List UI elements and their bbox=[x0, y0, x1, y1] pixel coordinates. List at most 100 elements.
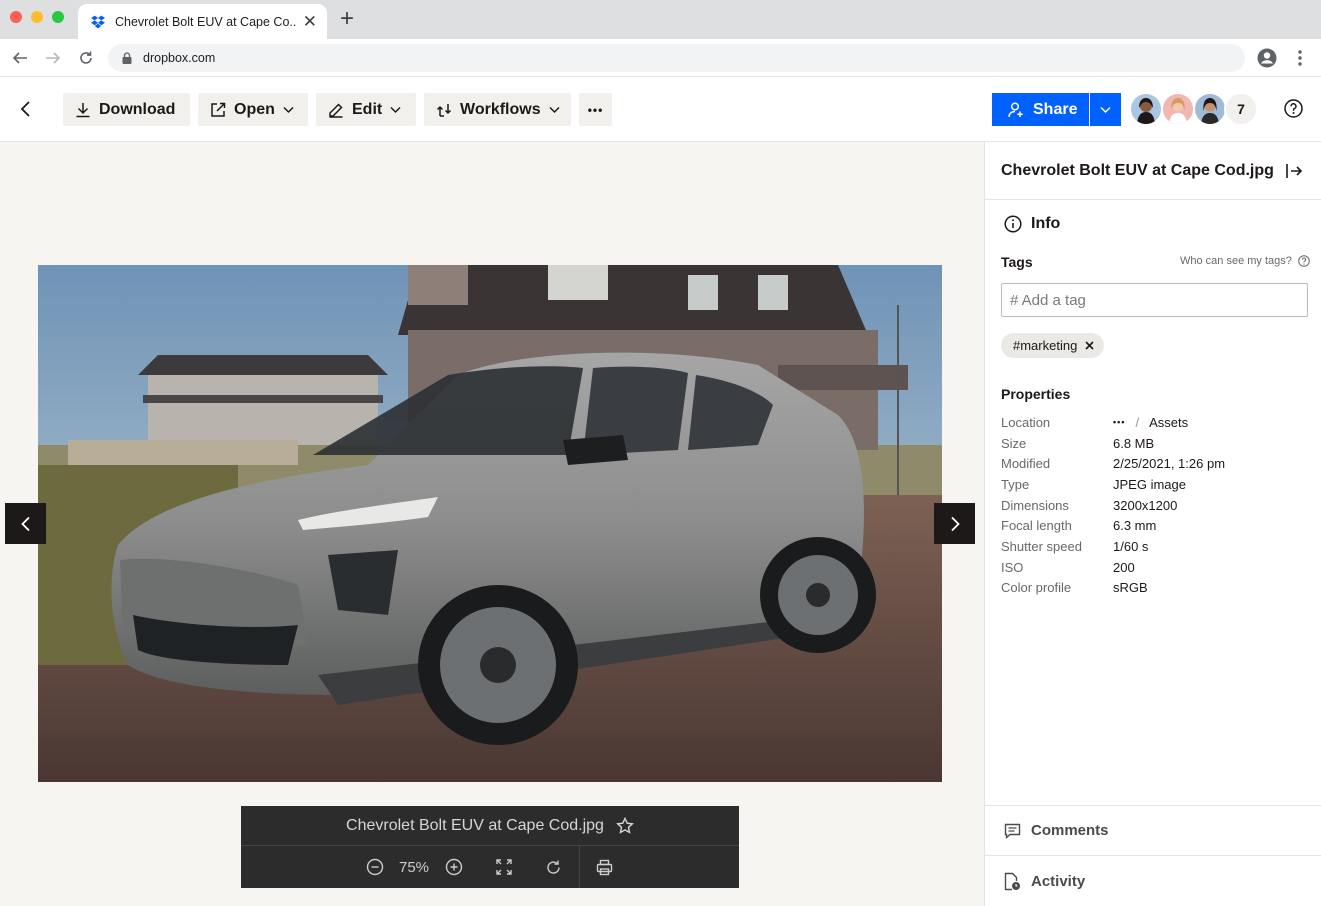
minimize-window-button[interactable] bbox=[31, 11, 43, 23]
back-arrow-icon[interactable] bbox=[9, 47, 31, 69]
help-icon bbox=[1298, 255, 1310, 267]
chevron-down-icon bbox=[1100, 106, 1111, 113]
add-tag-input[interactable]: # Add a tag bbox=[1001, 283, 1308, 317]
share-person-icon bbox=[1008, 101, 1023, 117]
chevron-right-icon bbox=[950, 516, 960, 531]
add-tag-placeholder: # Add a tag bbox=[1010, 291, 1086, 309]
avatar[interactable] bbox=[1129, 92, 1163, 126]
who-can-see-tags-link[interactable]: Who can see my tags? bbox=[1180, 255, 1310, 267]
new-tab-button[interactable]: + bbox=[340, 7, 354, 31]
property-label: Location bbox=[1001, 414, 1051, 430]
info-heading-label: Info bbox=[1031, 215, 1061, 232]
open-button[interactable]: Open bbox=[198, 93, 308, 126]
share-options-button[interactable] bbox=[1090, 93, 1121, 126]
share-label: Share bbox=[1033, 100, 1078, 118]
tag-chip[interactable]: #marketing bbox=[1001, 333, 1105, 358]
workflows-label: Workflows bbox=[460, 100, 541, 118]
activity-section-button[interactable]: Activity bbox=[985, 855, 1321, 906]
property-label: ISO bbox=[1001, 559, 1024, 575]
pencil-icon bbox=[329, 102, 343, 118]
viewer-caption-bar: Chevrolet Bolt EUV at Cape Cod.jpg 75% bbox=[241, 806, 739, 888]
lock-icon bbox=[122, 52, 132, 64]
property-value: sRGB bbox=[1113, 580, 1148, 596]
url-text: dropbox.com bbox=[143, 51, 216, 65]
remove-tag-icon[interactable] bbox=[1085, 341, 1094, 350]
previous-image-button[interactable] bbox=[5, 503, 46, 544]
back-chevron-icon[interactable] bbox=[16, 99, 36, 119]
fullscreen-icon[interactable] bbox=[494, 857, 514, 877]
rotate-icon[interactable] bbox=[543, 857, 563, 877]
property-row: Size 6.8 MB bbox=[1001, 433, 1311, 454]
more-label: ••• bbox=[587, 102, 604, 117]
caption-controls-row: 75% bbox=[241, 846, 739, 888]
zoom-out-icon[interactable] bbox=[365, 857, 385, 877]
chevron-left-icon bbox=[20, 516, 30, 531]
property-row: Shutter speed 1/60 s bbox=[1001, 536, 1311, 557]
maximize-window-button[interactable] bbox=[52, 11, 64, 23]
info-heading: Info bbox=[1004, 215, 1060, 233]
property-label: Focal length bbox=[1001, 518, 1072, 534]
close-tab-icon[interactable]: ✕ bbox=[303, 13, 317, 30]
property-value: 2/25/2021, 1:26 pm bbox=[1113, 456, 1226, 472]
help-icon[interactable] bbox=[1284, 99, 1303, 118]
property-row: ISO 200 bbox=[1001, 557, 1311, 578]
property-label: Modified bbox=[1001, 456, 1051, 472]
browser-menu-icon[interactable] bbox=[1296, 49, 1304, 67]
property-value: 6.8 MB bbox=[1113, 435, 1155, 451]
property-label: Shutter speed bbox=[1001, 538, 1082, 554]
location-ellipsis-button[interactable]: ••• bbox=[1113, 417, 1125, 427]
property-row: Location ••• / Assets bbox=[1001, 412, 1311, 433]
print-icon[interactable] bbox=[594, 857, 614, 877]
account-icon[interactable] bbox=[1257, 48, 1277, 68]
avatar[interactable] bbox=[1193, 92, 1227, 126]
chevron-down-icon bbox=[549, 106, 560, 113]
member-count-badge[interactable]: 7 bbox=[1224, 92, 1258, 126]
property-value: ••• / Assets bbox=[1113, 415, 1188, 430]
share-button[interactable]: Share bbox=[992, 93, 1089, 126]
tags-heading: Tags bbox=[1001, 254, 1033, 270]
property-value: 1/60 s bbox=[1113, 538, 1149, 554]
property-value: 6.3 mm bbox=[1113, 518, 1157, 534]
property-label: Type bbox=[1001, 476, 1030, 492]
open-external-icon bbox=[211, 102, 226, 117]
property-row: Focal length 6.3 mm bbox=[1001, 515, 1311, 536]
next-image-button[interactable] bbox=[934, 503, 975, 544]
property-label: Size bbox=[1001, 435, 1027, 451]
divider bbox=[579, 846, 580, 888]
file-toolbar: Download Open Edit Workflows ••• Share 7 bbox=[0, 77, 1321, 142]
properties-list: Location ••• / Assets Size 6.8 MB Modifi… bbox=[1001, 412, 1311, 598]
image-viewer: Chevrolet Bolt EUV at Cape Cod.jpg 75% bbox=[0, 142, 984, 906]
reload-icon[interactable] bbox=[75, 47, 97, 69]
browser-tab-strip: Chevrolet Bolt EUV at Cape Co... ✕ + bbox=[0, 0, 1321, 39]
address-bar-row: dropbox.com bbox=[0, 39, 1321, 77]
location-folder-link[interactable]: Assets bbox=[1149, 415, 1188, 430]
comments-section-button[interactable]: Comments bbox=[985, 805, 1321, 855]
chevron-down-icon bbox=[283, 106, 294, 113]
activity-icon bbox=[1004, 872, 1020, 890]
property-row: Color profile sRGB bbox=[1001, 578, 1311, 599]
download-icon bbox=[76, 102, 90, 117]
who-can-see-label: Who can see my tags? bbox=[1180, 255, 1292, 267]
comment-icon bbox=[1004, 823, 1021, 839]
property-value: 3200x1200 bbox=[1113, 497, 1178, 513]
forward-arrow-icon[interactable] bbox=[42, 47, 64, 69]
zoom-in-icon[interactable] bbox=[444, 857, 464, 877]
comments-label: Comments bbox=[1031, 822, 1109, 839]
panel-header: Chevrolet Bolt EUV at Cape Cod.jpg bbox=[985, 142, 1321, 200]
tag-chip-label: #marketing bbox=[1013, 338, 1078, 353]
avatar[interactable] bbox=[1161, 92, 1195, 126]
download-button[interactable]: Download bbox=[63, 93, 190, 126]
star-icon[interactable] bbox=[616, 816, 634, 835]
close-window-button[interactable] bbox=[10, 11, 22, 23]
url-field[interactable]: dropbox.com bbox=[108, 44, 1245, 72]
collapse-panel-icon[interactable] bbox=[1285, 162, 1303, 180]
open-label: Open bbox=[234, 100, 275, 118]
edit-button[interactable]: Edit bbox=[316, 93, 416, 126]
photo-preview[interactable] bbox=[38, 265, 942, 782]
car-photo-image bbox=[38, 265, 942, 782]
more-actions-button[interactable]: ••• bbox=[579, 93, 612, 126]
workflows-button[interactable]: Workflows bbox=[424, 93, 571, 126]
activity-label: Activity bbox=[1031, 872, 1086, 890]
property-row: Modified 2/25/2021, 1:26 pm bbox=[1001, 453, 1311, 474]
browser-tab[interactable]: Chevrolet Bolt EUV at Cape Co... ✕ bbox=[78, 4, 327, 39]
